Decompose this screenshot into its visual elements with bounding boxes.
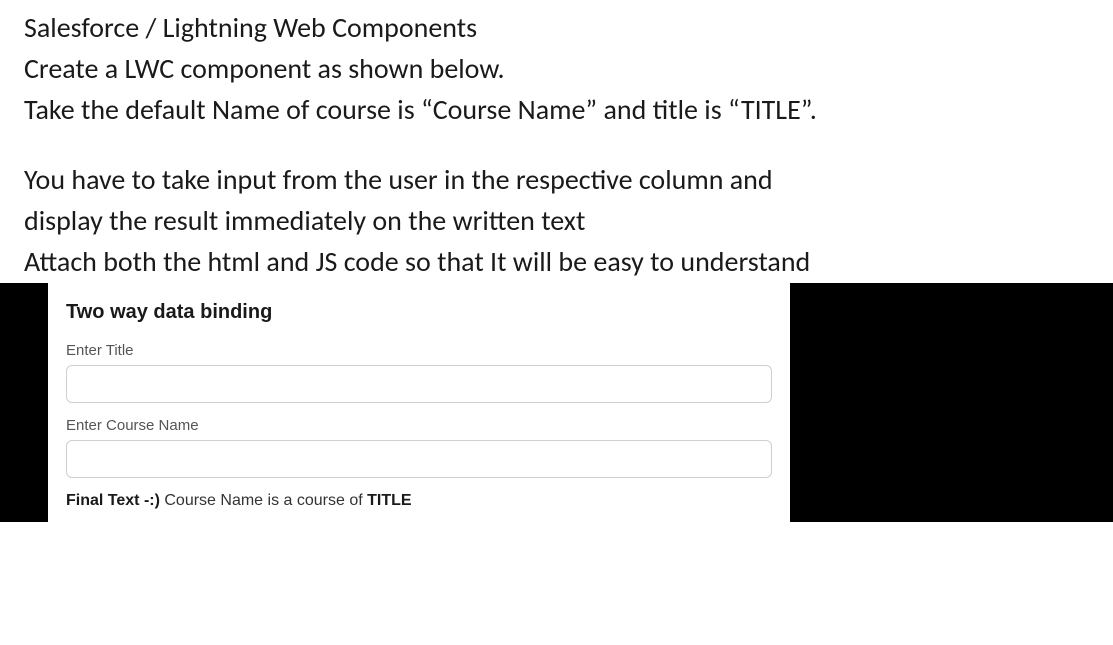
blank-line [24,132,1089,160]
screenshot-left-border [0,283,48,522]
final-text-mid: is a course of [263,492,367,509]
final-text-line: Final Text -:) Course Name is a course o… [66,492,772,510]
doc-line-1: Salesforce / Lightning Web Components [24,8,1089,47]
screenshot-right-border [790,283,1113,522]
final-text-prefix: Final Text -:) [66,492,164,509]
title-field-block: Enter Title [66,342,772,403]
doc-line-3: Take the default Name of course is “Cour… [24,90,1089,129]
course-field-label: Enter Course Name [66,417,772,434]
card-heading: Two way data binding [66,301,772,324]
doc-line-2: Create a LWC component as shown below. [24,49,1089,88]
lwc-card: Two way data binding Enter Title Enter C… [48,283,790,522]
document-text-area: Salesforce / Lightning Web Components Cr… [0,0,1113,281]
final-text-title: TITLE [367,492,411,509]
screenshot-container: Two way data binding Enter Title Enter C… [0,283,1113,522]
doc-line-4: You have to take input from the user in … [24,160,1089,199]
title-input[interactable] [66,365,772,403]
doc-line-6: Attach both the html and JS code so that… [24,242,1089,281]
doc-line-5: display the result immediately on the wr… [24,201,1089,240]
course-name-input[interactable] [66,440,772,478]
final-text-course: Course Name [164,492,263,509]
course-field-block: Enter Course Name [66,417,772,478]
title-field-label: Enter Title [66,342,772,359]
